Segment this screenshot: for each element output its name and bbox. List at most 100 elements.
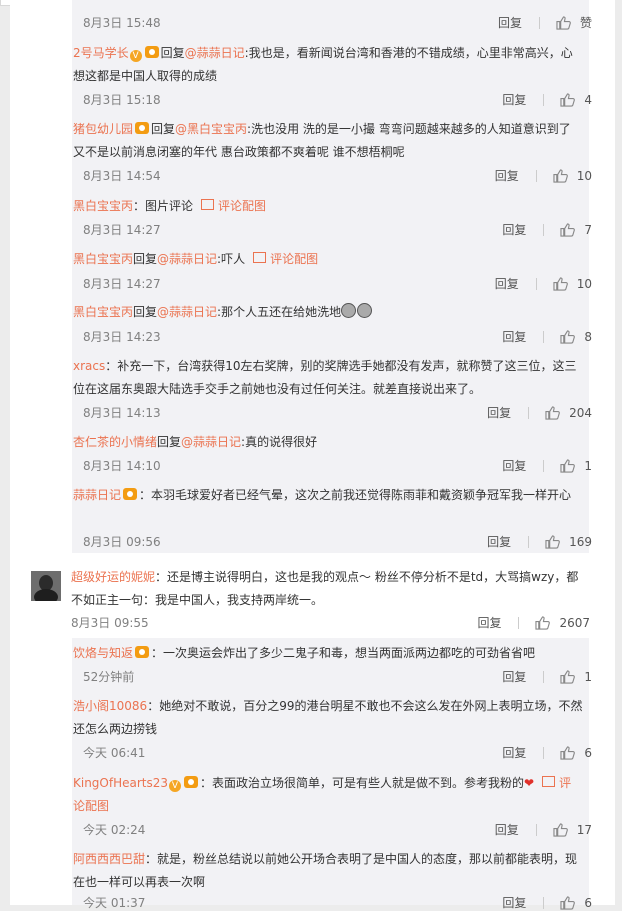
username-link[interactable]: 饮烙与知返 (73, 646, 133, 660)
like-icon[interactable] (560, 222, 576, 237)
like-count: 169 (569, 534, 592, 549)
comment-body: ：就是，粉丝总结说以前她公开场合表明了是中国人的态度，那以前都能表明，现在也一样… (73, 852, 578, 889)
pic-comment-link[interactable]: 评论配图 (201, 199, 266, 213)
username-link[interactable]: 超级好运的妮妮 (71, 570, 155, 584)
like-icon[interactable] (553, 822, 568, 837)
reply-text: 浩小阁10086：她绝对不敢说，百分之99的港台明星不敢也不会这么发在外网上表明… (73, 695, 583, 741)
comment-text: 蒜蒜日记 ：本羽毛球爱好者已经气晕，这次之前我还觉得陈雨菲和戴资颖争冠军我一样开心 (73, 484, 583, 507)
username-link[interactable]: 黑白宝宝丙 (73, 199, 133, 213)
username-link[interactable]: 蒜蒜日记 (73, 488, 121, 502)
heart-icon: ❤ (524, 776, 535, 790)
reply-button[interactable]: 回复 (487, 404, 511, 421)
reply-button[interactable]: 回复 (502, 91, 526, 108)
divider (535, 169, 537, 182)
like-count: 7 (584, 222, 592, 237)
divider (528, 535, 530, 548)
picture-icon (542, 776, 556, 787)
comment-actions: 回复 10 (495, 167, 592, 184)
reply-button[interactable]: 回复 (477, 614, 501, 631)
like-count: 1 (584, 458, 592, 473)
username-link[interactable]: 浩小阁10086 (73, 699, 147, 713)
comment-time: 8月3日 09:55 (71, 616, 149, 630)
username-link[interactable]: 猪包幼儿园 (73, 122, 133, 136)
comment-actions: 回复 169 (487, 533, 592, 550)
mention-link[interactable]: @蒜蒜日记 (157, 252, 217, 266)
comment-body: ：本羽毛球爱好者已经气晕，这次之前我还觉得陈雨菲和戴资颖争冠军我一样开心 (139, 488, 572, 502)
mention-link[interactable]: @黑白宝宝丙 (175, 122, 247, 136)
divider (543, 330, 545, 343)
reply-button[interactable]: 回复 (498, 14, 522, 31)
picture-icon (201, 199, 215, 210)
like-count: 8 (584, 329, 592, 344)
vip-icon (184, 776, 199, 788)
comment-actions: 回复 7 (502, 221, 592, 238)
mention-link[interactable]: @蒜蒜日记 (185, 46, 245, 60)
picture-icon (253, 252, 267, 263)
like-icon[interactable] (553, 168, 568, 183)
reply-button[interactable]: 回复 (502, 221, 526, 238)
reply-text: 阿西西西巴甜：就是，粉丝总结说以前她公开场合表明了是中国人的态度，那以前都能表明… (73, 848, 583, 894)
like-icon[interactable] (545, 534, 560, 549)
comment-body: ：补充一下，台湾获得10左右奖牌，别的奖牌选手她都没有发声，就称赞了这三位，这三… (73, 359, 577, 396)
like-icon[interactable] (545, 405, 560, 420)
username-link[interactable]: 阿西西西巴甜 (73, 852, 145, 866)
like-icon[interactable] (556, 15, 571, 30)
reply-button[interactable]: 回复 (495, 275, 519, 292)
reply-button[interactable]: 回复 (495, 167, 519, 184)
comment-body: :那个人五还在给她洗地 (217, 305, 342, 319)
comment-actions: 回复 1 (502, 457, 592, 474)
comment-body: ：图片评论 (133, 199, 194, 213)
like-icon[interactable] (560, 895, 576, 910)
username-link[interactable]: 黑白宝宝丙 (73, 305, 133, 319)
comment-actions: 回复 1 (502, 668, 592, 685)
vip-icon (135, 646, 150, 658)
reply-prefix: 回复 (157, 435, 182, 449)
reply-button[interactable]: 回复 (502, 457, 526, 474)
reply-prefix: 回复 (133, 305, 158, 319)
divider (543, 670, 545, 683)
like-icon[interactable] (560, 458, 576, 473)
comment-actions: 回复 8 (502, 328, 592, 345)
like-icon[interactable] (560, 669, 576, 684)
mention-link[interactable]: @蒜蒜日记 (181, 435, 241, 449)
comment-time: 今天 06:41 (83, 746, 146, 760)
divider (535, 823, 537, 836)
comment-actions: 回复 6 (502, 894, 592, 911)
like-icon[interactable] (535, 615, 551, 630)
username-link[interactable]: 杏仁茶的小情绪 (73, 435, 157, 449)
comment-actions: 回复 4 (502, 91, 592, 108)
reply-button[interactable]: 回复 (502, 328, 526, 345)
pic-comment-link[interactable]: 评论配图 (253, 252, 318, 266)
reply-button[interactable]: 回复 (502, 894, 526, 911)
reply-text: 饮烙与知返 ：一次奥运会炸出了多少二鬼子和毒，想当两面派两边都吃的可劲省省吧 (73, 642, 583, 665)
like-count: 6 (584, 745, 592, 760)
reply-button[interactable]: 回复 (487, 533, 511, 550)
reply-prefix: 回复 (151, 122, 176, 136)
emoji-icon (357, 303, 373, 318)
comment-body: ：表面政治立场很简单，可是有些人就是做不到。参考我粉的 (200, 776, 525, 790)
like-icon[interactable] (560, 329, 576, 344)
comment-time: 今天 01:37 (83, 896, 146, 910)
reply-button[interactable]: 回复 (502, 744, 526, 761)
reply-button[interactable]: 回复 (495, 821, 519, 838)
like-icon[interactable] (560, 92, 576, 107)
username-link[interactable]: 黑白宝宝丙 (73, 252, 133, 266)
avatar[interactable] (31, 571, 61, 601)
like-count: 4 (584, 92, 592, 107)
username-link[interactable]: 2号马学长 (73, 46, 129, 60)
username-link[interactable]: KingOfHearts23 (73, 776, 168, 790)
comment-text: 杏仁茶的小情绪回复@蒜蒜日记:真的说得很好 (73, 431, 583, 454)
reply-button[interactable]: 回复 (502, 668, 526, 685)
comment-text: 猪包幼儿园 回复@黑白宝宝丙:洗也没用 洗的是一小撮 弯弯问题越来越多的人知道意识… (73, 118, 583, 164)
comment-text: 黑白宝宝丙回复@蒜蒜日记:吓人 评论配图 (73, 248, 583, 271)
like-icon[interactable] (553, 276, 568, 291)
reply-text: KingOfHearts23 V ：表面政治立场很简单，可是有些人就是做不到。参考我… (73, 772, 583, 818)
like-count: 17 (576, 822, 592, 837)
comment-actions: 回复 204 (487, 404, 592, 421)
username-link[interactable]: xracs (73, 359, 105, 373)
like-icon[interactable] (560, 745, 576, 760)
like-count: 204 (569, 405, 592, 420)
vip-icon (144, 46, 159, 58)
divider (543, 459, 545, 472)
mention-link[interactable]: @蒜蒜日记 (157, 305, 217, 319)
